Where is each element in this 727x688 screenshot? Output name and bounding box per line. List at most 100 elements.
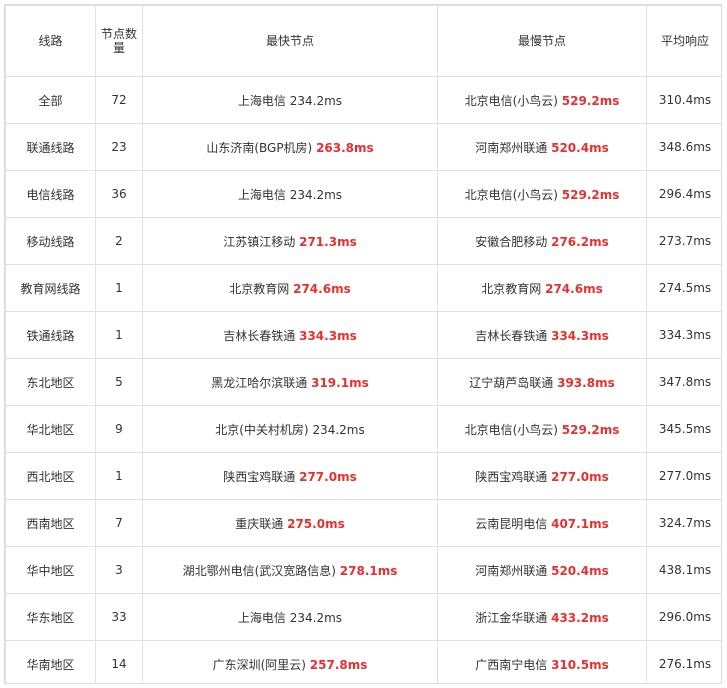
cell-fastest: 广东深圳(阿里云) 257.8ms (142, 640, 438, 683)
line-name: 东北地区 (26, 375, 75, 390)
cell-avg: 334.3ms (646, 311, 721, 359)
cell-count: 1 (95, 311, 143, 359)
cell-avg: 274.5ms (646, 264, 721, 312)
cell-slowest: 云南昆明电信 407.1ms (437, 499, 647, 547)
node-count: 72 (111, 93, 127, 107)
header-line: 线路 (5, 5, 96, 77)
header-row: 线路 节点数量 最快节点 最慢节点 平均响应 (5, 5, 721, 77)
node-count: 9 (115, 422, 123, 436)
cell-line: 华中地区 (5, 546, 96, 594)
slowest-node-name: 北京电信(小鸟云) (464, 93, 558, 108)
cell-fastest: 上海电信 234.2ms (142, 170, 438, 218)
cell-slowest: 吉林长春铁通 334.3ms (437, 311, 647, 359)
speed-table: 线路 节点数量 最快节点 最慢节点 平均响应 全部 72 上海电信 234.2ms 北… (5, 5, 721, 683)
cell-fastest: 黑龙江哈尔滨联通 319.1ms (142, 358, 438, 406)
slowest-node-name: 广西南宁电信 (475, 657, 548, 672)
avg-response: 273.7ms (658, 234, 712, 248)
cell-line: 教育网线路 (5, 264, 96, 312)
fastest-node-ms: 278.1ms (339, 563, 398, 578)
cell-fastest: 吉林长春铁通 334.3ms (142, 311, 438, 359)
cell-slowest: 辽宁葫芦岛联通 393.8ms (437, 358, 647, 406)
slowest-node-ms: 529.2ms (561, 187, 620, 202)
fastest-node-ms: 271.3ms (299, 234, 357, 249)
cell-slowest: 河南郑州联通 520.4ms (437, 123, 647, 171)
node-count: 23 (111, 140, 127, 154)
table-row: 华北地区 9 北京(中关村机房) 234.2ms 北京电信(小鸟云) 529.2ms 3… (5, 405, 721, 453)
slowest-node-ms: 393.8ms (557, 375, 615, 390)
cell-line: 电信线路 (5, 170, 96, 218)
table-row: 铁通线路 1 吉林长春铁通 334.3ms 吉林长春铁通 334.3ms 334.3ms (5, 311, 721, 359)
slowest-node-ms: 274.6ms (545, 281, 603, 296)
cell-avg: 296.4ms (646, 170, 721, 218)
cell-slowest: 北京电信(小鸟云) 529.2ms (437, 170, 647, 218)
slowest-node-name: 安徽合肥移动 (475, 234, 548, 249)
cell-line: 西北地区 (5, 452, 96, 500)
slowest-node-ms: 529.2ms (561, 93, 620, 108)
cell-avg: 347.8ms (646, 358, 721, 406)
avg-response: 277.0ms (658, 469, 712, 483)
cell-count: 2 (95, 217, 143, 265)
line-name: 华中地区 (26, 563, 75, 578)
cell-avg: 438.1ms (646, 546, 721, 594)
table-row: 教育网线路 1 北京教育网 274.6ms 北京教育网 274.6ms 274.5ms (5, 264, 721, 312)
avg-response: 334.3ms (658, 328, 712, 342)
cell-slowest: 安徽合肥移动 276.2ms (437, 217, 647, 265)
slowest-node-ms: 277.0ms (551, 469, 609, 484)
header-fastest: 最快节点 (142, 5, 438, 77)
fastest-node-name: 黑龙江哈尔滨联通 (211, 375, 308, 390)
slowest-node-name: 陕西宝鸡联通 (475, 469, 548, 484)
cell-count: 14 (95, 640, 143, 683)
slowest-node-name: 浙江金华联通 (475, 610, 548, 625)
node-count: 2 (115, 234, 123, 248)
header-count-text: 节点数量 (100, 27, 137, 55)
slowest-node-name: 云南昆明电信 (475, 516, 548, 531)
avg-response: 276.1ms (658, 657, 712, 671)
cell-fastest: 上海电信 234.2ms (142, 76, 438, 124)
cell-fastest: 江苏镇江移动 271.3ms (142, 217, 438, 265)
table-row: 移动线路 2 江苏镇江移动 271.3ms 安徽合肥移动 276.2ms 273.7ms (5, 217, 721, 265)
cell-count: 36 (95, 170, 143, 218)
cell-line: 西南地区 (5, 499, 96, 547)
cell-count: 1 (95, 264, 143, 312)
slowest-node-name: 河南郑州联通 (475, 563, 548, 578)
fastest-node-name: 上海电信 (237, 187, 286, 202)
header-slowest: 最慢节点 (437, 5, 647, 77)
cell-avg: 296.0ms (646, 593, 721, 641)
slowest-node-name: 辽宁葫芦岛联通 (469, 375, 554, 390)
fastest-node-ms: 274.6ms (293, 281, 351, 296)
avg-response: 345.5ms (658, 422, 712, 436)
node-count: 1 (115, 281, 123, 295)
node-count: 1 (115, 328, 123, 342)
cell-line: 东北地区 (5, 358, 96, 406)
line-name: 华南地区 (26, 657, 75, 672)
fastest-node-ms: 234.2ms (289, 187, 343, 202)
cell-slowest: 浙江金华联通 433.2ms (437, 593, 647, 641)
table-row: 电信线路 36 上海电信 234.2ms 北京电信(小鸟云) 529.2ms 296.4… (5, 170, 721, 218)
fastest-node-name: 山东济南(BGP机房) (206, 140, 313, 155)
avg-response: 274.5ms (658, 281, 712, 295)
node-count: 3 (115, 563, 123, 577)
table-row: 西南地区 7 重庆联通 275.0ms 云南昆明电信 407.1ms 324.7ms (5, 499, 721, 547)
node-count: 14 (111, 657, 127, 671)
cell-count: 72 (95, 76, 143, 124)
cell-avg: 276.1ms (646, 640, 721, 683)
cell-slowest: 北京电信(小鸟云) 529.2ms (437, 76, 647, 124)
header-count: 节点数量 (95, 5, 143, 77)
cell-count: 9 (95, 405, 143, 453)
cell-fastest: 重庆联通 275.0ms (142, 499, 438, 547)
slowest-node-ms: 276.2ms (551, 234, 609, 249)
line-name: 联通线路 (26, 140, 75, 155)
cell-avg: 273.7ms (646, 217, 721, 265)
line-name: 全部 (38, 93, 63, 108)
fastest-node-ms: 234.2ms (312, 422, 365, 437)
fastest-node-name: 广东深圳(阿里云) (212, 657, 306, 672)
cell-count: 7 (95, 499, 143, 547)
cell-avg: 348.6ms (646, 123, 721, 171)
fastest-node-name: 吉林长春铁通 (223, 328, 296, 343)
cell-avg: 310.4ms (646, 76, 721, 124)
fastest-node-ms: 319.1ms (311, 375, 369, 390)
avg-response: 324.7ms (658, 516, 712, 530)
avg-response: 310.4ms (658, 93, 712, 107)
table-row: 华东地区 33 上海电信 234.2ms 浙江金华联通 433.2ms 296.0ms (5, 593, 721, 641)
line-name: 电信线路 (26, 187, 75, 202)
